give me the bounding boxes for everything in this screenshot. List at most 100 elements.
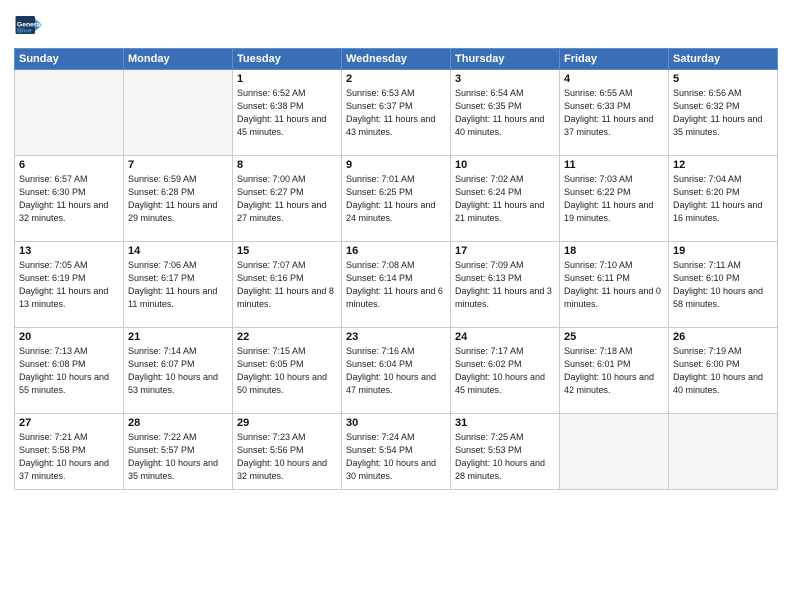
- day-number: 26: [673, 331, 773, 343]
- calendar-day-cell: 19 Sunrise: 7:11 AMSunset: 6:10 PMDayligh…: [669, 242, 778, 328]
- day-number: 8: [237, 159, 337, 171]
- calendar-day-cell: 24 Sunrise: 7:17 AMSunset: 6:02 PMDayligh…: [451, 328, 560, 414]
- calendar-day-cell: 4 Sunrise: 6:55 AMSunset: 6:33 PMDaylight…: [560, 70, 669, 156]
- day-number: 19: [673, 245, 773, 257]
- day-number: 14: [128, 245, 228, 257]
- calendar-day-cell: 21Sunrise: 7:14 AMSunset: 6:07 PMDayligh…: [124, 328, 233, 414]
- day-info: Sunrise: 7:15 AMSunset: 6:05 PMDaylight:…: [237, 345, 337, 397]
- weekday-header: Wednesday: [342, 49, 451, 70]
- calendar-day-cell: 5 Sunrise: 6:56 AMSunset: 6:32 PMDaylight…: [669, 70, 778, 156]
- day-info: Sunrise: 7:09 AMSunset: 6:13 PMDaylight:…: [455, 259, 555, 311]
- page: General Blue SundayMondayTuesdayWednesda…: [0, 0, 792, 612]
- calendar-day-cell: 16 Sunrise: 7:08 AMSunset: 6:14 PMDayligh…: [342, 242, 451, 328]
- day-info: Sunrise: 6:52 AMSunset: 6:38 PMDaylight:…: [237, 87, 337, 139]
- calendar-day-cell: 31 Sunrise: 7:25 AMSunset: 5:53 PMDayligh…: [451, 414, 560, 490]
- day-info: Sunrise: 7:21 AMSunset: 5:58 PMDaylight:…: [19, 431, 119, 483]
- calendar-day-cell: 9 Sunrise: 7:01 AMSunset: 6:25 PMDaylight…: [342, 156, 451, 242]
- day-info: Sunrise: 7:02 AMSunset: 6:24 PMDaylight:…: [455, 173, 555, 225]
- calendar-header-row: SundayMondayTuesdayWednesdayThursdayFrid…: [15, 49, 778, 70]
- calendar-day-cell: 29 Sunrise: 7:23 AMSunset: 5:56 PMDayligh…: [233, 414, 342, 490]
- day-info: Sunrise: 7:25 AMSunset: 5:53 PMDaylight:…: [455, 431, 555, 483]
- day-number: 28: [128, 417, 228, 429]
- day-number: 27: [19, 417, 119, 429]
- day-info: Sunrise: 7:05 AMSunset: 6:19 PMDaylight:…: [19, 259, 119, 311]
- calendar-table: SundayMondayTuesdayWednesdayThursdayFrid…: [14, 48, 778, 490]
- calendar-day-cell: 20 Sunrise: 7:13 AMSunset: 6:08 PMDayligh…: [15, 328, 124, 414]
- calendar-day-cell: 12 Sunrise: 7:04 AMSunset: 6:20 PMDayligh…: [669, 156, 778, 242]
- calendar-day-cell: 8 Sunrise: 7:00 AMSunset: 6:27 PMDaylight…: [233, 156, 342, 242]
- day-number: 11: [564, 159, 664, 171]
- day-info: Sunrise: 6:56 AMSunset: 6:32 PMDaylight:…: [673, 87, 773, 139]
- calendar-day-cell: [15, 70, 124, 156]
- day-info: Sunrise: 7:01 AMSunset: 6:25 PMDaylight:…: [346, 173, 446, 225]
- calendar-day-cell: 18Sunrise: 7:10 AMSunset: 6:11 PMDayligh…: [560, 242, 669, 328]
- calendar-day-cell: 1 Sunrise: 6:52 AMSunset: 6:38 PMDaylight…: [233, 70, 342, 156]
- calendar-day-cell: 13 Sunrise: 7:05 AMSunset: 6:19 PMDayligh…: [15, 242, 124, 328]
- calendar-day-cell: 17 Sunrise: 7:09 AMSunset: 6:13 PMDayligh…: [451, 242, 560, 328]
- day-info: Sunrise: 7:08 AMSunset: 6:14 PMDaylight:…: [346, 259, 446, 311]
- day-number: 17: [455, 245, 555, 257]
- day-info: Sunrise: 7:10 AMSunset: 6:11 PMDaylight:…: [564, 259, 664, 311]
- weekday-header: Saturday: [669, 49, 778, 70]
- calendar-day-cell: 27 Sunrise: 7:21 AMSunset: 5:58 PMDayligh…: [15, 414, 124, 490]
- calendar-day-cell: 3 Sunrise: 6:54 AMSunset: 6:35 PMDaylight…: [451, 70, 560, 156]
- weekday-header: Monday: [124, 49, 233, 70]
- day-number: 9: [346, 159, 446, 171]
- calendar-day-cell: 7 Sunrise: 6:59 AMSunset: 6:28 PMDaylight…: [124, 156, 233, 242]
- calendar-day-cell: 10 Sunrise: 7:02 AMSunset: 6:24 PMDayligh…: [451, 156, 560, 242]
- day-info: Sunrise: 7:16 AMSunset: 6:04 PMDaylight:…: [346, 345, 446, 397]
- day-number: 13: [19, 245, 119, 257]
- day-number: 31: [455, 417, 555, 429]
- day-info: Sunrise: 6:59 AMSunset: 6:28 PMDaylight:…: [128, 173, 228, 225]
- day-number: 1: [237, 73, 337, 85]
- calendar-day-cell: [560, 414, 669, 490]
- day-info: Sunrise: 7:11 AMSunset: 6:10 PMDaylight:…: [673, 259, 773, 311]
- logo-icon: General Blue: [14, 10, 44, 40]
- day-info: Sunrise: 6:57 AMSunset: 6:30 PMDaylight:…: [19, 173, 119, 225]
- day-number: 15: [237, 245, 337, 257]
- day-number: 7: [128, 159, 228, 171]
- day-number: 10: [455, 159, 555, 171]
- day-number: 4: [564, 73, 664, 85]
- calendar-day-cell: 26 Sunrise: 7:19 AMSunset: 6:00 PMDayligh…: [669, 328, 778, 414]
- day-info: Sunrise: 6:55 AMSunset: 6:33 PMDaylight:…: [564, 87, 664, 139]
- day-info: Sunrise: 7:24 AMSunset: 5:54 PMDaylight:…: [346, 431, 446, 483]
- calendar-day-cell: 11 Sunrise: 7:03 AMSunset: 6:22 PMDayligh…: [560, 156, 669, 242]
- day-number: 29: [237, 417, 337, 429]
- calendar-day-cell: 6Sunrise: 6:57 AMSunset: 6:30 PMDaylight…: [15, 156, 124, 242]
- calendar-day-cell: 25 Sunrise: 7:18 AMSunset: 6:01 PMDayligh…: [560, 328, 669, 414]
- calendar-day-cell: 14Sunrise: 7:06 AMSunset: 6:17 PMDayligh…: [124, 242, 233, 328]
- calendar-day-cell: [124, 70, 233, 156]
- day-info: Sunrise: 7:07 AMSunset: 6:16 PMDaylight:…: [237, 259, 337, 311]
- day-info: Sunrise: 7:00 AMSunset: 6:27 PMDaylight:…: [237, 173, 337, 225]
- calendar-week-row: 6Sunrise: 6:57 AMSunset: 6:30 PMDaylight…: [15, 156, 778, 242]
- weekday-header: Tuesday: [233, 49, 342, 70]
- day-info: Sunrise: 7:04 AMSunset: 6:20 PMDaylight:…: [673, 173, 773, 225]
- calendar-day-cell: [669, 414, 778, 490]
- day-info: Sunrise: 7:23 AMSunset: 5:56 PMDaylight:…: [237, 431, 337, 483]
- day-info: Sunrise: 7:22 AMSunset: 5:57 PMDaylight:…: [128, 431, 228, 483]
- day-number: 12: [673, 159, 773, 171]
- calendar-week-row: 20 Sunrise: 7:13 AMSunset: 6:08 PMDayligh…: [15, 328, 778, 414]
- calendar-day-cell: 22 Sunrise: 7:15 AMSunset: 6:05 PMDayligh…: [233, 328, 342, 414]
- calendar-week-row: 1 Sunrise: 6:52 AMSunset: 6:38 PMDaylight…: [15, 70, 778, 156]
- day-info: Sunrise: 6:54 AMSunset: 6:35 PMDaylight:…: [455, 87, 555, 139]
- day-number: 21: [128, 331, 228, 343]
- logo: General Blue: [14, 10, 47, 40]
- day-number: 30: [346, 417, 446, 429]
- calendar-week-row: 13 Sunrise: 7:05 AMSunset: 6:19 PMDayligh…: [15, 242, 778, 328]
- day-number: 16: [346, 245, 446, 257]
- weekday-header: Thursday: [451, 49, 560, 70]
- day-info: Sunrise: 7:03 AMSunset: 6:22 PMDaylight:…: [564, 173, 664, 225]
- day-number: 3: [455, 73, 555, 85]
- day-number: 20: [19, 331, 119, 343]
- day-info: Sunrise: 7:19 AMSunset: 6:00 PMDaylight:…: [673, 345, 773, 397]
- day-info: Sunrise: 7:17 AMSunset: 6:02 PMDaylight:…: [455, 345, 555, 397]
- day-info: Sunrise: 7:18 AMSunset: 6:01 PMDaylight:…: [564, 345, 664, 397]
- day-number: 5: [673, 73, 773, 85]
- day-number: 22: [237, 331, 337, 343]
- day-number: 25: [564, 331, 664, 343]
- day-info: Sunrise: 7:13 AMSunset: 6:08 PMDaylight:…: [19, 345, 119, 397]
- day-number: 24: [455, 331, 555, 343]
- calendar-day-cell: 30 Sunrise: 7:24 AMSunset: 5:54 PMDayligh…: [342, 414, 451, 490]
